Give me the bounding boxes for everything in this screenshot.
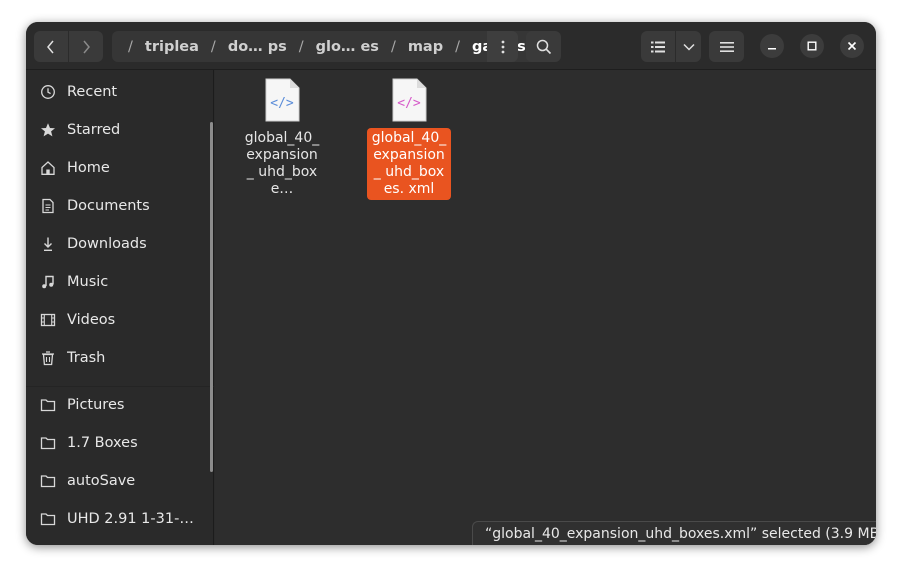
- maximize-button[interactable]: [800, 34, 824, 58]
- sidebar-item-label: Home: [67, 160, 110, 176]
- sidebar-item-downloads[interactable]: Downloads: [36, 228, 206, 260]
- sidebar-item-starred[interactable]: Starred: [36, 114, 206, 146]
- sidebar-divider: [26, 386, 214, 387]
- document-icon: [39, 197, 57, 215]
- sidebar-item-label: Music: [67, 274, 109, 290]
- path-segment-map[interactable]: map: [408, 39, 443, 55]
- search-icon: [536, 39, 551, 54]
- folder-icon: [39, 472, 57, 490]
- list-view-button[interactable]: [641, 31, 675, 62]
- folder-icon: [39, 396, 57, 414]
- clock-icon: [39, 83, 57, 101]
- xml-file-icon: </>: [392, 78, 427, 122]
- header-bar: / triplea / do… ps / glo… es / map / gam…: [26, 22, 876, 70]
- chevron-right-icon: [83, 40, 90, 53]
- path-separator: /: [390, 38, 396, 55]
- file-name: global_40_ expansion_ uhd_boxe…: [244, 130, 320, 197]
- hamburger-icon: [719, 41, 734, 52]
- main-menu-button[interactable]: [709, 31, 744, 62]
- sidebar-bookmark-pictures[interactable]: Pictures: [36, 389, 206, 421]
- close-icon: [847, 41, 857, 51]
- back-button[interactable]: [34, 31, 68, 62]
- status-text: “global_40_expansion_uhd_boxes.xml” sele…: [485, 525, 876, 542]
- chevron-left-icon: [47, 40, 54, 53]
- sidebar-item-trash[interactable]: Trash: [36, 342, 206, 374]
- sidebar-item-label: Starred: [67, 122, 121, 138]
- minimize-button[interactable]: [760, 34, 784, 58]
- status-bar: “global_40_expansion_uhd_boxes.xml” sele…: [472, 521, 876, 545]
- path-bar: / triplea / do… ps / glo… es / map / gam…: [112, 31, 540, 62]
- trash-icon: [39, 349, 57, 367]
- sidebar-item-label: Recent: [67, 84, 118, 100]
- xml-file-icon: </>: [265, 78, 300, 122]
- svg-text:</>: </>: [270, 96, 294, 111]
- path-separator: /: [210, 38, 216, 55]
- sidebar-item-label: Pictures: [67, 397, 125, 413]
- music-icon: [39, 273, 57, 291]
- folder-icon: [39, 434, 57, 452]
- minimize-icon: [768, 48, 776, 50]
- list-view-icon: [651, 41, 665, 52]
- file-item-selected[interactable]: </> global_40_ expansion_ uhd_boxes. xml: [364, 78, 454, 200]
- sidebar-item-label: UHD 2.91 1-31-24 …: [67, 511, 202, 527]
- file-manager-window: / triplea / do… ps / glo… es / map / gam…: [26, 22, 876, 545]
- path-segment-docs[interactable]: do… ps: [228, 39, 287, 55]
- sidebar: Recent Starred Home Documents Downloads …: [26, 70, 214, 545]
- view-options-dropdown[interactable]: [676, 31, 701, 62]
- sidebar-item-label: Documents: [67, 198, 150, 214]
- sidebar-bookmark-1-7-boxes[interactable]: 1.7 Boxes: [36, 427, 206, 459]
- sidebar-item-recent[interactable]: Recent: [36, 76, 206, 108]
- file-grid: </> global_40_ expansion_ uhd_boxe… </> …: [215, 70, 876, 545]
- file-name: global_40_ expansion_ uhd_boxes. xml: [367, 128, 451, 200]
- sidebar-scrollbar[interactable]: [210, 122, 213, 472]
- chevron-down-icon: [682, 43, 695, 51]
- maximize-icon: [807, 41, 817, 51]
- path-separator: /: [455, 38, 460, 55]
- sidebar-item-documents[interactable]: Documents: [36, 190, 206, 222]
- svg-text:</>: </>: [397, 96, 421, 111]
- star-icon: [39, 121, 57, 139]
- path-menu-button[interactable]: [487, 31, 518, 62]
- forward-button[interactable]: [69, 31, 103, 62]
- download-icon: [39, 235, 57, 253]
- sidebar-item-label: 1.7 Boxes: [67, 435, 138, 451]
- home-icon: [39, 159, 57, 177]
- path-separator: /: [298, 38, 304, 55]
- sidebar-item-label: Videos: [67, 312, 116, 328]
- sidebar-item-label: Trash: [67, 350, 106, 366]
- folder-icon: [39, 510, 57, 528]
- path-segment-triplea[interactable]: triplea: [145, 39, 199, 55]
- sidebar-bookmark-uhd[interactable]: UHD 2.91 1-31-24 …: [36, 503, 206, 535]
- sidebar-bookmark-autosave[interactable]: autoSave: [36, 465, 206, 497]
- sidebar-item-label: autoSave: [67, 473, 136, 489]
- sidebar-item-music[interactable]: Music: [36, 266, 206, 298]
- sidebar-item-label: Downloads: [67, 236, 147, 252]
- search-button[interactable]: [526, 31, 561, 62]
- close-button[interactable]: [840, 34, 864, 58]
- file-item[interactable]: </> global_40_ expansion_ uhd_boxe…: [237, 78, 327, 200]
- path-separator: /: [128, 38, 133, 55]
- path-segment-globes[interactable]: glo… es: [316, 39, 379, 55]
- sidebar-item-home[interactable]: Home: [36, 152, 206, 184]
- vertical-dots-icon: [501, 40, 504, 53]
- sidebar-item-videos[interactable]: Videos: [36, 304, 206, 336]
- video-icon: [39, 311, 57, 329]
